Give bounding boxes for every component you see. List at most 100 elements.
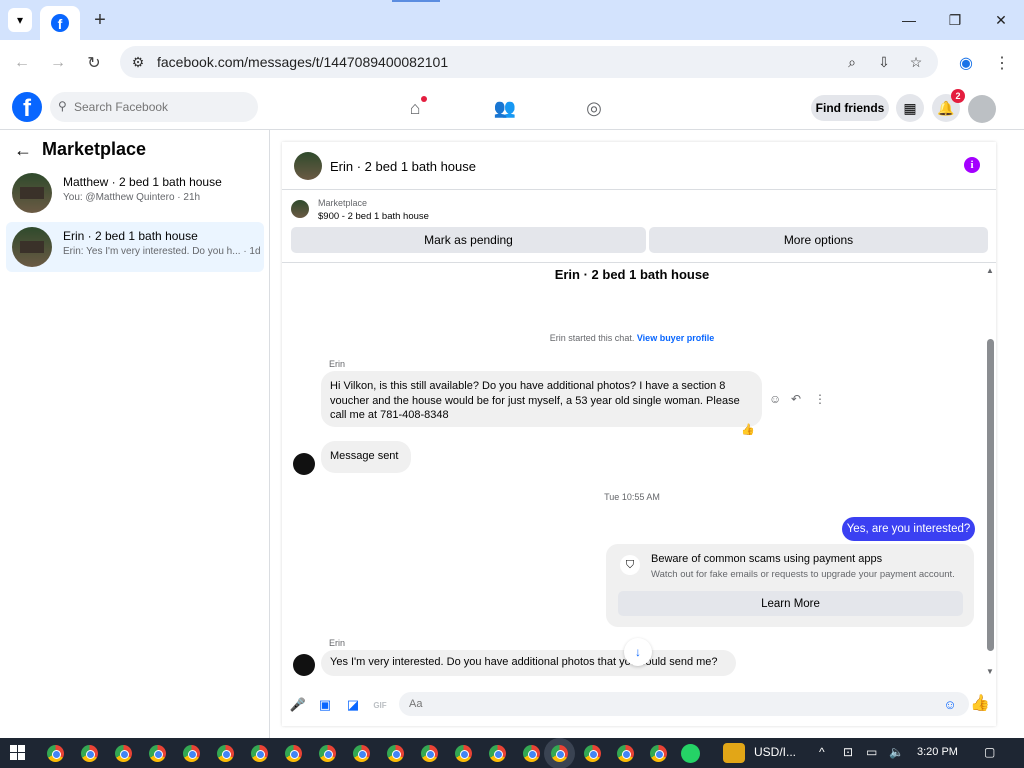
bookmark-star-icon[interactable]: ☆ [906, 52, 926, 72]
currency-widget-icon[interactable] [723, 743, 745, 763]
zoom-icon[interactable]: ⌕ [842, 52, 862, 72]
react-emoji-icon[interactable]: ☺ [769, 392, 781, 406]
sender-avatar[interactable] [293, 453, 315, 475]
account-avatar[interactable] [968, 95, 996, 123]
chrome-menu-icon[interactable]: ⋮ [990, 51, 1014, 75]
facebook-logo-icon[interactable]: f [12, 92, 42, 122]
listing-bar: Marketplace $900 - 2 bed 1 bath house Ma… [282, 190, 996, 263]
windows-start-icon[interactable] [10, 745, 26, 761]
reload-icon[interactable]: ↻ [82, 51, 106, 75]
thumbs-up-send-icon[interactable]: 👍 [970, 694, 990, 712]
browser-titlebar: ▾ f + — ❐ ✕ [0, 0, 1024, 40]
minimize-icon[interactable]: — [897, 8, 921, 32]
home-icon[interactable]: ⌂ [401, 94, 429, 122]
restore-icon[interactable]: ❐ [943, 8, 967, 32]
message-sender: Erin [329, 359, 346, 369]
chrome-taskbar-icon[interactable] [584, 745, 601, 762]
menu-grid-icon[interactable]: ▦ [896, 94, 924, 122]
photo-icon[interactable]: ▣ [316, 696, 334, 714]
chrome-taskbar-icon[interactable] [489, 745, 506, 762]
learn-more-button[interactable]: Learn More [618, 591, 963, 616]
friends-icon[interactable]: 👥 [491, 94, 519, 122]
forward-icon[interactable]: → [46, 51, 70, 75]
microphone-icon[interactable]: 🎤 [289, 696, 307, 714]
reply-icon[interactable]: ↶ [791, 392, 801, 406]
currency-widget-text[interactable]: USD/I... [754, 745, 796, 759]
back-arrow-icon[interactable]: ← [14, 140, 32, 161]
info-icon[interactable]: i [964, 157, 980, 173]
conversation-item[interactable]: Matthew · 2 bed 1 bath house You: @Matth… [6, 168, 264, 218]
scroll-to-bottom-icon[interactable]: ↓ [624, 638, 652, 666]
chrome-taskbar-icon[interactable] [217, 745, 234, 762]
tray-chevron-icon[interactable]: ^ [819, 745, 825, 759]
chrome-taskbar-icon[interactable] [183, 745, 200, 762]
sticker-icon[interactable]: ◪ [344, 696, 362, 714]
message-sender: Erin [329, 638, 346, 648]
tray-device-icon[interactable]: ⊡ [843, 745, 853, 759]
find-friends-button[interactable]: Find friends [811, 95, 889, 121]
chrome-taskbar-icon-active[interactable] [551, 745, 568, 762]
more-actions-icon[interactable]: ⋮ [814, 392, 826, 406]
profile-icon[interactable]: ◉ [954, 51, 978, 75]
chrome-taskbar-icon[interactable] [455, 745, 472, 762]
sender-avatar[interactable] [293, 654, 315, 676]
facebook-favicon-icon: f [51, 14, 69, 32]
chat-thumbnail[interactable] [294, 152, 322, 180]
chrome-taskbar-icon[interactable] [523, 745, 540, 762]
tab-search-dropdown-icon[interactable]: ▾ [8, 8, 32, 32]
chat-scrollbar[interactable]: ▲ ▼ [984, 264, 996, 680]
conversation-item-active[interactable]: Erin · 2 bed 1 bath house Erin: Yes I'm … [6, 222, 264, 272]
shield-icon: ⛉ [620, 555, 640, 575]
mark-as-pending-button[interactable]: Mark as pending [291, 227, 646, 253]
message-bubble[interactable]: Hi Vilkon, is this still available? Do y… [321, 371, 762, 427]
scroll-down-icon[interactable]: ▼ [986, 667, 994, 676]
chrome-taskbar-icon[interactable] [353, 745, 370, 762]
chat-title[interactable]: Erin · 2 bed 1 bath house [330, 159, 476, 174]
groups-icon[interactable]: ◎ [580, 94, 608, 122]
chrome-taskbar-icon[interactable] [81, 745, 98, 762]
chrome-taskbar-icon[interactable] [650, 745, 667, 762]
emoji-icon[interactable]: ☺ [941, 695, 959, 713]
scrollbar-thumb[interactable] [987, 339, 994, 651]
message-bubble[interactable]: Message sent [321, 441, 411, 473]
page-scrollbar[interactable] [1010, 130, 1024, 738]
notification-badge: 2 [951, 89, 965, 103]
facebook-search[interactable]: ⚲ [50, 92, 258, 122]
listing-label: Marketplace [318, 198, 368, 208]
chrome-taskbar-icon[interactable] [149, 745, 166, 762]
install-app-icon[interactable]: ⇩ [874, 52, 894, 72]
volume-icon[interactable]: 🔈 [889, 745, 904, 759]
search-input[interactable] [74, 92, 254, 122]
listing-thumbnail[interactable] [291, 200, 309, 218]
view-buyer-profile-link[interactable]: View buyer profile [637, 333, 714, 343]
site-settings-icon[interactable]: ⚙ [128, 52, 148, 72]
my-message-bubble[interactable]: Yes, are you interested? [842, 517, 975, 541]
close-window-icon[interactable]: ✕ [989, 8, 1013, 32]
chrome-taskbar-icon[interactable] [387, 745, 404, 762]
address-bar[interactable]: ⚙ facebook.com/messages/t/14470894000821… [120, 46, 938, 78]
chrome-taskbar-icon[interactable] [285, 745, 302, 762]
chrome-taskbar-icon[interactable] [47, 745, 64, 762]
windows-taskbar: USD/I... ^ ⊡ ▭ 🔈 3:20 PM ▢ [0, 738, 1024, 768]
browser-tab-facebook[interactable]: f [40, 6, 80, 40]
new-tab-button[interactable]: + [88, 8, 112, 32]
scroll-up-icon[interactable]: ▲ [986, 266, 994, 275]
gif-icon[interactable]: GIF [371, 696, 389, 714]
chrome-taskbar-icon[interactable] [251, 745, 268, 762]
sidebar-title: Marketplace [42, 139, 147, 159]
chrome-taskbar-icon[interactable] [319, 745, 336, 762]
chrome-taskbar-icon[interactable] [115, 745, 132, 762]
notification-center-icon[interactable]: ▢ [984, 745, 995, 759]
chat-started-note: Erin started this chat. View buyer profi… [282, 333, 982, 343]
url-text[interactable]: facebook.com/messages/t/1447089400082101 [157, 54, 448, 70]
network-icon[interactable]: ▭ [866, 745, 877, 759]
listing-title[interactable]: $900 - 2 bed 1 bath house [318, 211, 429, 222]
message-input[interactable] [399, 692, 969, 716]
clock[interactable]: 3:20 PM [917, 746, 958, 758]
chrome-taskbar-icon[interactable] [421, 745, 438, 762]
back-icon[interactable]: ← [10, 51, 34, 75]
whatsapp-taskbar-icon[interactable] [681, 744, 700, 763]
chrome-taskbar-icon[interactable] [617, 745, 634, 762]
message-bubble[interactable]: Yes I'm very interested. Do you have add… [321, 650, 736, 676]
more-options-button[interactable]: More options [649, 227, 988, 253]
